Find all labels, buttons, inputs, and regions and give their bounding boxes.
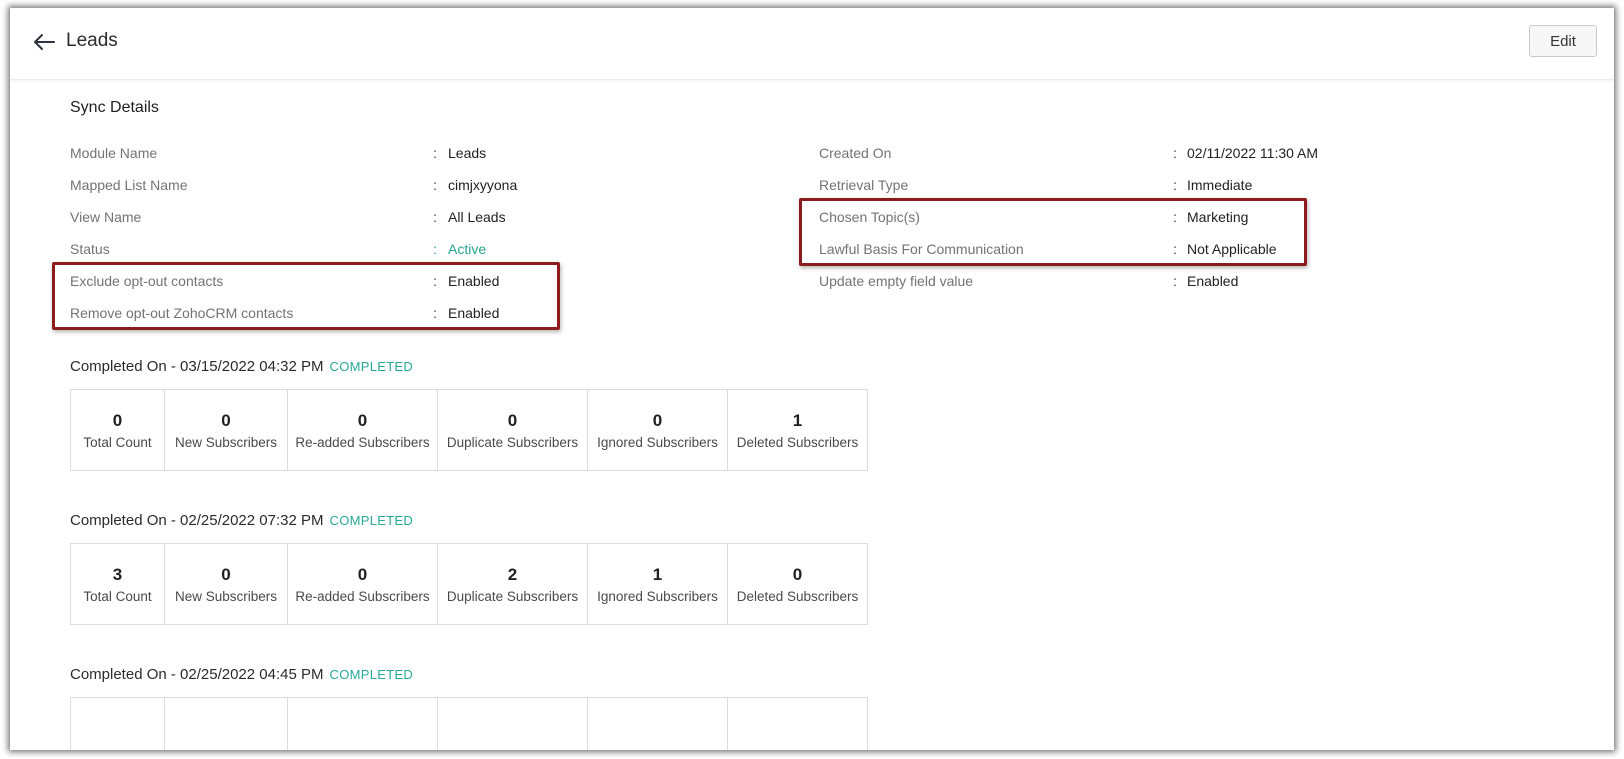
label-update-empty-field: Update empty field value	[819, 273, 974, 289]
stat-ignored-subscribers: 1 Ignored Subscribers	[588, 544, 728, 624]
stat-value: 2	[507, 564, 518, 584]
separator: :	[1173, 145, 1177, 161]
stat-label: New Subscribers	[174, 588, 278, 604]
stat-cell	[288, 698, 438, 750]
stat-label: New Subscribers	[174, 434, 278, 450]
value-retrieval-type: Immediate	[1187, 177, 1253, 193]
stat-label: Duplicate Subscribers	[446, 588, 579, 604]
stats-table: 0 Total Count 0 New Subscribers 0 Re-added …	[70, 389, 868, 471]
stat-label: Re-added Subscribers	[295, 434, 430, 450]
separator: :	[1173, 273, 1177, 289]
stat-label: Total Count	[83, 588, 152, 604]
page-header: Leads Edit	[10, 8, 1614, 80]
stat-label: Total Count	[83, 434, 152, 450]
stat-new-subscribers: 0 New Subscribers	[165, 390, 288, 470]
stat-label: Duplicate Subscribers	[446, 434, 579, 450]
stat-duplicate-subscribers: 2 Duplicate Subscribers	[438, 544, 588, 624]
stat-value: 0	[357, 410, 368, 430]
status-value: Active	[448, 241, 487, 257]
sync-details-window: Leads Edit Sync Details Module Name : Le…	[10, 8, 1614, 750]
separator: :	[433, 209, 437, 225]
separator: :	[433, 177, 437, 193]
stat-readded-subscribers: 0 Re-added Subscribers	[288, 390, 438, 470]
stat-value: 1	[792, 410, 803, 430]
section-title: Sync Details	[70, 99, 159, 116]
stat-cell	[165, 698, 288, 750]
stat-value: 0	[792, 564, 803, 584]
stat-value: 0	[221, 564, 231, 584]
run-header: Completed On - 03/15/2022 04:32 PM COMPLE…	[70, 358, 413, 375]
stat-value: 0	[112, 410, 123, 430]
arrow-left-icon[interactable]	[32, 32, 56, 52]
label-view-name: View Name	[70, 209, 142, 225]
page-title: Leads	[66, 30, 118, 51]
stat-deleted-subscribers: 0 Deleted Subscribers	[728, 544, 867, 624]
stats-table	[70, 697, 868, 750]
value-update-empty-field: Enabled	[1187, 273, 1239, 289]
completed-on-text: Completed On - 02/25/2022 07:32 PM	[70, 512, 324, 529]
stat-label: Ignored Subscribers	[597, 588, 718, 604]
highlight-box-topics	[799, 198, 1307, 266]
label-mapped-list-name: Mapped List Name	[70, 177, 188, 193]
run-status-badge: COMPLETED	[329, 513, 414, 528]
stat-total-count: 0 Total Count	[71, 390, 165, 470]
label-retrieval-type: Retrieval Type	[819, 177, 909, 193]
stat-cell	[71, 698, 165, 750]
run-status-badge: COMPLETED	[329, 359, 414, 374]
stat-label: Ignored Subscribers	[597, 434, 718, 450]
value-module-name: Leads	[448, 145, 487, 161]
highlight-box-opt-out	[52, 262, 560, 330]
stat-value: 3	[112, 564, 123, 584]
value-mapped-list-name: cimjxyyona	[448, 177, 518, 193]
label-module-name: Module Name	[70, 145, 158, 161]
separator: :	[433, 145, 437, 161]
completed-on-text: Completed On - 02/25/2022 04:45 PM	[70, 666, 324, 683]
stat-cell	[438, 698, 588, 750]
stat-deleted-subscribers: 1 Deleted Subscribers	[728, 390, 867, 470]
stat-total-count: 3 Total Count	[71, 544, 165, 624]
stat-ignored-subscribers: 0 Ignored Subscribers	[588, 390, 728, 470]
stats-table: 3 Total Count 0 New Subscribers 0 Re-added …	[70, 543, 868, 625]
stat-value: 0	[357, 564, 368, 584]
stat-cell	[728, 698, 867, 750]
stat-readded-subscribers: 0 Re-added Subscribers	[288, 544, 438, 624]
stat-label: Re-added Subscribers	[295, 588, 430, 604]
stat-value: 1	[652, 564, 663, 584]
run-status-badge: COMPLETED	[329, 667, 414, 682]
stat-value: 0	[652, 410, 663, 430]
label-status: Status	[70, 241, 110, 257]
stat-new-subscribers: 0 New Subscribers	[165, 544, 288, 624]
stat-duplicate-subscribers: 0 Duplicate Subscribers	[438, 390, 588, 470]
stat-label: Deleted Subscribers	[736, 588, 859, 604]
edit-button[interactable]: Edit	[1529, 25, 1597, 57]
completed-on-text: Completed On - 03/15/2022 04:32 PM	[70, 358, 324, 375]
value-view-name: All Leads	[448, 209, 506, 225]
stat-cell	[588, 698, 728, 750]
run-header: Completed On - 02/25/2022 04:45 PM COMPLE…	[70, 666, 413, 683]
stat-value: 0	[221, 410, 231, 430]
separator: :	[433, 241, 437, 257]
value-created-on: 02/11/2022 11:30 AM	[1187, 145, 1319, 161]
label-created-on: Created On	[819, 145, 892, 161]
separator: :	[1173, 177, 1177, 193]
stat-label: Deleted Subscribers	[736, 434, 859, 450]
stat-value: 0	[507, 410, 518, 430]
run-header: Completed On - 02/25/2022 07:32 PM COMPLE…	[70, 512, 413, 529]
